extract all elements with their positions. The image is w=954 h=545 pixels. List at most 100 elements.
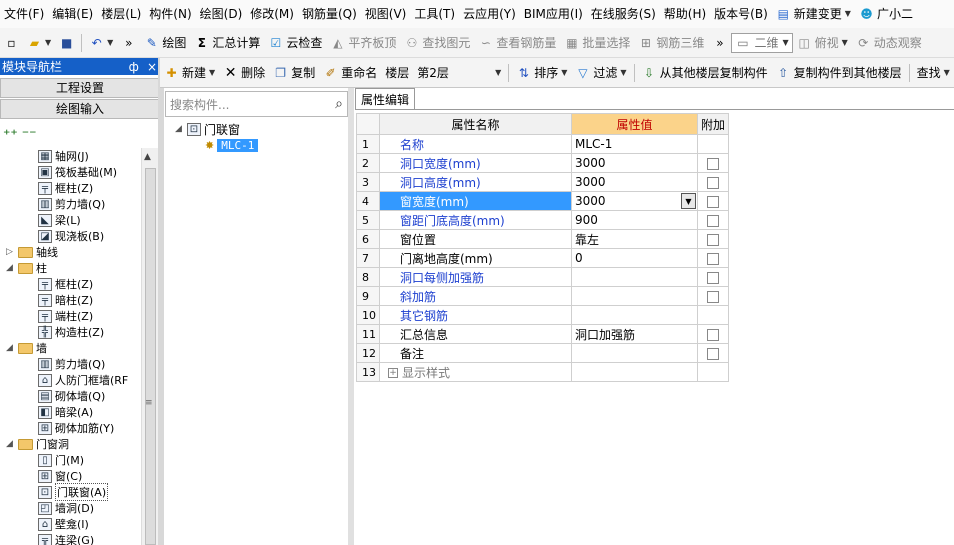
property-row[interactable]: 8 洞口每侧加强筋 [356, 267, 730, 287]
nav-item[interactable]: ◰ 墙洞(D) [38, 500, 94, 516]
search-icon[interactable]: ⌕ [335, 96, 343, 112]
component-tree-item[interactable]: ✸ MLC-1 [205, 137, 259, 153]
draw-button[interactable]: ✎ 绘图 [140, 31, 190, 55]
save-button[interactable]: ■ [55, 31, 78, 55]
menu-item-0[interactable]: 文件(F) [0, 0, 48, 28]
nav-folder[interactable]: ▷ 轴线 [6, 244, 58, 260]
property-row[interactable]: 4 窗宽度(mm) 3000 ▼ [356, 191, 730, 211]
nav-item[interactable]: ⊞ 窗(C) [38, 468, 82, 484]
sort-button[interactable]: ⇅ 排序 ▼ [512, 61, 571, 85]
view-mode-select[interactable]: ▭ 二维 ▼ [731, 32, 793, 53]
add-checkbox[interactable] [707, 195, 719, 208]
filter-button[interactable]: ▽ 过滤 ▼ [571, 61, 630, 85]
assistant-menu[interactable]: ☻ 广小二 [855, 0, 917, 28]
property-name-cell[interactable]: 洞口高度(mm) [379, 172, 572, 192]
property-row[interactable]: 12 备注 [356, 343, 730, 363]
menu-item-13[interactable]: 版本号(B) [710, 0, 772, 28]
nav-item[interactable]: ▣ 筏板基础(M) [38, 164, 117, 180]
tab-property-edit[interactable]: 属性编辑 [355, 88, 415, 110]
delete-button[interactable]: ✕ 删除 [219, 61, 269, 85]
property-name-cell[interactable]: 其它钢筋 [379, 305, 572, 325]
toolbar-overflow-button[interactable]: » [117, 31, 140, 55]
menu-item-11[interactable]: 在线服务(S) [587, 0, 660, 28]
menu-item-5[interactable]: 修改(M) [246, 0, 298, 28]
property-name-cell[interactable]: + 显示样式 [379, 362, 572, 382]
property-name-cell[interactable]: 洞口每侧加强筋 [379, 267, 572, 287]
toolbar-overflow-button-2[interactable]: » [708, 31, 731, 55]
rename-button[interactable]: ✐ 重命名 [319, 61, 381, 85]
copy-to-floor-button[interactable]: ⇧ 复制构件到其他楼层 [772, 61, 906, 85]
batch-select-button[interactable]: ▦ 批量选择 [560, 31, 634, 55]
copy-from-floor-button[interactable]: ⇩ 从其他楼层复制构件 [638, 61, 772, 85]
add-checkbox[interactable] [707, 252, 719, 265]
property-value-cell[interactable]: 洞口加强筋 [571, 324, 698, 344]
property-value-cell[interactable]: 0 [571, 248, 698, 268]
expand-arrow-icon[interactable]: ▷ [6, 247, 15, 257]
menu-item-3[interactable]: 构件(N) [145, 0, 195, 28]
nav-item[interactable]: ◧ 暗梁(A) [38, 404, 93, 420]
nav-item[interactable]: ╤ 框柱(Z) [38, 276, 93, 292]
property-value-cell[interactable]: 3000 [571, 153, 698, 173]
menu-item-9[interactable]: 云应用(Y) [459, 0, 520, 28]
property-value-cell[interactable]: 3000 [571, 172, 698, 192]
property-row[interactable]: 10 其它钢筋 [356, 305, 730, 325]
property-value-cell[interactable] [571, 286, 698, 306]
property-name-cell[interactable]: 名称 [379, 134, 572, 154]
scroll-up-icon[interactable]: ▲ [144, 152, 151, 162]
property-value-cell[interactable]: 3000 ▼ [571, 191, 698, 211]
property-name-cell[interactable]: 洞口宽度(mm) [379, 153, 572, 173]
close-icon[interactable]: × [147, 60, 157, 74]
nav-item[interactable]: ⌂ 壁龛(I) [38, 516, 89, 532]
menu-item-1[interactable]: 编辑(E) [48, 0, 97, 28]
project-settings-button[interactable]: 工程设置 [0, 78, 160, 98]
component-tree-root[interactable]: ◢ ⊡ 门联窗 [175, 121, 240, 137]
nav-item[interactable]: ◣ 梁(L) [38, 212, 81, 228]
view-direction-button[interactable]: ◫ 俯视 ▼ [793, 31, 852, 55]
property-row[interactable]: 11 汇总信息 洞口加强筋 [356, 324, 730, 344]
nav-item[interactable]: ▥ 剪力墙(Q) [38, 196, 105, 212]
chevron-down-icon[interactable]: ▼ [681, 193, 696, 209]
find-element-button[interactable]: ⚇ 查找图元 [400, 31, 474, 55]
collapse-all-icon[interactable]: ⁻⁻ [22, 127, 37, 143]
list-splitter[interactable] [348, 88, 354, 545]
nav-item[interactable]: ▦ 轴网(J) [38, 148, 89, 164]
property-row[interactable]: 1 名称 MLC-1 [356, 134, 730, 154]
collapse-arrow-icon[interactable]: ◢ [6, 263, 15, 273]
nav-item[interactable]: ▯ 门(M) [38, 452, 84, 468]
nav-item[interactable]: ⊞ 砌体加筋(Y) [38, 420, 114, 436]
nav-splitter[interactable] [158, 58, 164, 545]
floor-select[interactable]: 第2层 ▼ [413, 61, 505, 85]
sum-calc-button[interactable]: Σ 汇总计算 [190, 31, 264, 55]
property-name-cell[interactable]: 窗位置 [379, 229, 572, 249]
pin-icon[interactable]: ф [129, 60, 139, 74]
dynamic-view-button[interactable]: ⟳ 动态观察 [852, 31, 926, 55]
rebar-3d-button[interactable]: ⊞ 钢筋三维 [634, 31, 708, 55]
new-change-menu[interactable]: ▤ 新建变更 ▼ [772, 0, 855, 28]
add-checkbox[interactable] [707, 290, 719, 303]
component-search-input[interactable]: 搜索构件... ⌕ [165, 91, 348, 117]
nav-item[interactable]: ╤ 端柱(Z) [38, 308, 93, 324]
property-row[interactable]: 13 + 显示样式 [356, 362, 730, 382]
property-name-cell[interactable]: 斜加筋 [379, 286, 572, 306]
nav-item[interactable]: ╤ 框柱(Z) [38, 180, 93, 196]
open-file-button[interactable]: ▰ ▼ [23, 31, 55, 55]
new-component-button[interactable]: ✚ 新建 ▼ [160, 61, 219, 85]
menu-item-2[interactable]: 楼层(L) [97, 0, 145, 28]
add-checkbox[interactable] [707, 271, 719, 284]
add-checkbox[interactable] [707, 328, 719, 341]
property-value-cell[interactable]: 900 [571, 210, 698, 230]
property-name-cell[interactable]: 汇总信息 [379, 324, 572, 344]
nav-folder[interactable]: ◢ 柱 [6, 260, 47, 276]
nav-tree-scrollbar[interactable]: ▲ ≡ [141, 148, 158, 545]
property-row[interactable]: 6 窗位置 靠左 [356, 229, 730, 249]
property-value-cell[interactable] [571, 267, 698, 287]
nav-item[interactable]: ╬ 构造柱(Z) [38, 324, 104, 340]
expand-plus-icon[interactable]: + [388, 368, 398, 378]
property-value-cell[interactable] [571, 362, 698, 382]
new-file-button[interactable]: ▫ [0, 31, 23, 55]
menu-item-6[interactable]: 钢筋量(Q) [298, 0, 361, 28]
menu-item-8[interactable]: 工具(T) [410, 0, 459, 28]
nav-item[interactable]: ◪ 现浇板(B) [38, 228, 104, 244]
nav-item[interactable]: ╤ 暗柱(Z) [38, 292, 93, 308]
collapse-arrow-icon[interactable]: ◢ [6, 439, 15, 449]
